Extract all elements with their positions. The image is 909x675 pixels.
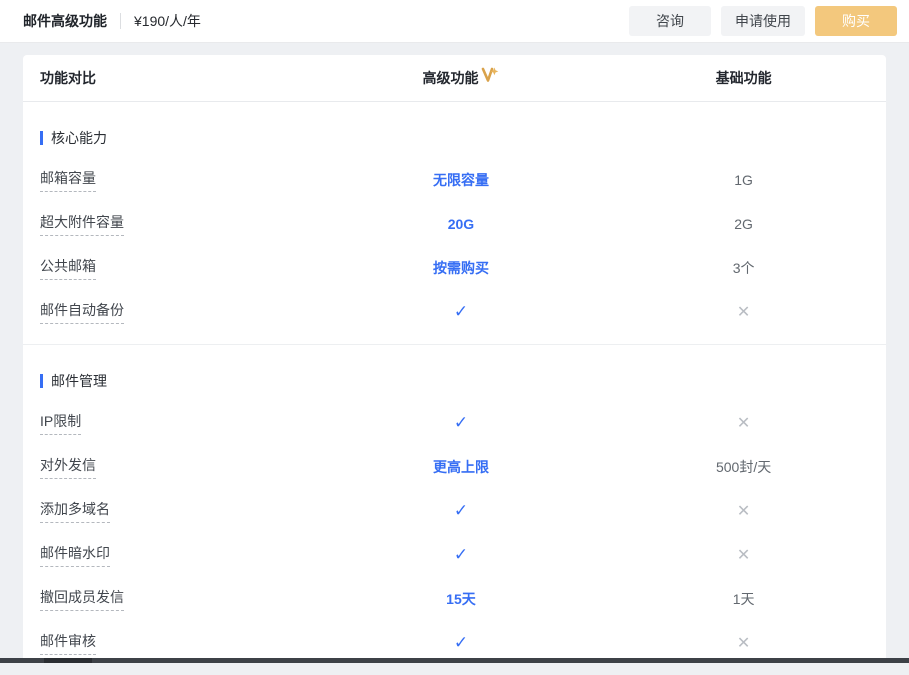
- premium-cell: 20G: [321, 216, 601, 232]
- column-header-premium: 高级功能: [422, 68, 478, 88]
- check-icon: ✓: [454, 302, 468, 321]
- premium-cell: ✓: [321, 545, 601, 565]
- page-title: 邮件高级功能: [23, 11, 107, 31]
- cross-icon: ✕: [737, 635, 750, 652]
- table-row: 邮件自动备份 ✓ ✕: [23, 290, 886, 334]
- consult-button[interactable]: 咨询: [629, 6, 711, 36]
- horizontal-scrollbar[interactable]: [0, 658, 909, 663]
- feature-name[interactable]: 邮件暗水印: [40, 543, 110, 567]
- basic-cell: 1天: [601, 589, 886, 609]
- premium-cell: 按需购买: [321, 258, 601, 278]
- feature-name[interactable]: 撤回成员发信: [40, 587, 124, 611]
- basic-value: 2G: [734, 216, 753, 232]
- scrollbar-thumb[interactable]: [44, 658, 92, 663]
- section-accent-bar: [40, 374, 43, 388]
- premium-cell: 更高上限: [321, 457, 601, 477]
- feature-cell: 公共邮箱: [23, 256, 321, 280]
- gold-sparkle-v-icon: [481, 67, 499, 83]
- feature-cell: 邮件自动备份: [23, 300, 321, 324]
- premium-cell: ✓: [321, 501, 601, 521]
- premium-cell: ✓: [321, 413, 601, 433]
- feature-name[interactable]: 邮件自动备份: [40, 300, 124, 324]
- basic-cell: 1G: [601, 172, 886, 188]
- feature-cell: 对外发信: [23, 455, 321, 479]
- feature-comparison-card: 功能对比 高级功能 基础功能 核心能力邮箱容量 无限容量 1G 超大附件容量 20G 2G…: [23, 55, 886, 663]
- feature-cell: 超大附件容量: [23, 212, 321, 236]
- basic-cell: 3个: [601, 258, 886, 278]
- email-premium-feature-page: 邮件高级功能 ¥190/人/年 咨询申请使用购买 功能对比 高级功能 基础功能 …: [0, 0, 909, 663]
- check-icon: ✓: [454, 501, 468, 520]
- feature-name[interactable]: 对外发信: [40, 455, 96, 479]
- feature-cell: 邮件暗水印: [23, 543, 321, 567]
- check-icon: ✓: [454, 545, 468, 564]
- title-price-divider: [120, 13, 121, 29]
- basic-cell: 2G: [601, 216, 886, 232]
- basic-cell: ✕: [601, 501, 886, 521]
- check-icon: ✓: [454, 413, 468, 432]
- basic-cell: ✕: [601, 633, 886, 653]
- cross-icon: ✕: [737, 415, 750, 432]
- premium-value: 15天: [446, 591, 476, 607]
- basic-value: 3个: [733, 260, 755, 276]
- cross-icon: ✕: [737, 547, 750, 564]
- feature-cell: IP限制: [23, 411, 321, 435]
- table-row: 邮箱容量 无限容量 1G: [23, 158, 886, 202]
- apply-button[interactable]: 申请使用: [721, 6, 805, 36]
- column-header-basic: 基础功能: [601, 68, 886, 88]
- basic-value: 1G: [734, 172, 753, 188]
- section-title-text: 邮件管理: [51, 371, 107, 391]
- table-body: 核心能力邮箱容量 无限容量 1G 超大附件容量 20G 2G 公共邮箱 按需购买 3个邮件自动备…: [23, 102, 886, 675]
- premium-cell: 15天: [321, 589, 601, 609]
- table-row: IP限制 ✓ ✕: [23, 401, 886, 445]
- cross-icon: ✕: [737, 503, 750, 520]
- basic-cell: ✕: [601, 545, 886, 565]
- table-row: 添加多域名 ✓ ✕: [23, 489, 886, 533]
- section-title: 邮件管理: [23, 345, 886, 401]
- feature-name[interactable]: 公共邮箱: [40, 256, 96, 280]
- feature-cell: 撤回成员发信: [23, 587, 321, 611]
- basic-cell: 500封/天: [601, 457, 886, 477]
- premium-value: 按需购买: [433, 260, 489, 276]
- premium-value: 更高上限: [433, 459, 489, 475]
- column-header-premium-wrap: 高级功能: [321, 68, 601, 88]
- premium-cell: ✓: [321, 633, 601, 653]
- feature-name[interactable]: 超大附件容量: [40, 212, 124, 236]
- feature-cell: 添加多域名: [23, 499, 321, 523]
- feature-section: 核心能力邮箱容量 无限容量 1G 超大附件容量 20G 2G 公共邮箱 按需购买 3个邮件自动备…: [23, 102, 886, 344]
- basic-cell: ✕: [601, 302, 886, 322]
- table-row: 公共邮箱 按需购买 3个: [23, 246, 886, 290]
- premium-value: 20G: [448, 216, 474, 232]
- table-row: 对外发信 更高上限 500封/天: [23, 445, 886, 489]
- feature-cell: 邮件审核: [23, 631, 321, 655]
- table-row: 邮件暗水印 ✓ ✕: [23, 533, 886, 577]
- section-accent-bar: [40, 131, 43, 145]
- feature-name[interactable]: IP限制: [40, 411, 81, 435]
- premium-cell: 无限容量: [321, 170, 601, 190]
- basic-cell: ✕: [601, 413, 886, 433]
- feature-section: 邮件管理 IP限制 ✓ ✕ 对外发信 更高上限 500封/天添加多域名 ✓ ✕ 邮件暗水印 ✓ ✕ 撤回…: [23, 344, 886, 675]
- column-header-feature: 功能对比: [23, 68, 321, 88]
- premium-cell: ✓: [321, 302, 601, 322]
- feature-name[interactable]: 邮箱容量: [40, 168, 96, 192]
- table-header-row: 功能对比 高级功能 基础功能: [23, 55, 886, 102]
- premium-value: 无限容量: [433, 172, 489, 188]
- buy-button[interactable]: 购买: [815, 6, 897, 36]
- topbar: 邮件高级功能 ¥190/人/年 咨询申请使用购买: [0, 0, 909, 43]
- table-row: 超大附件容量 20G 2G: [23, 202, 886, 246]
- topbar-actions: 咨询申请使用购买: [629, 6, 897, 36]
- basic-value: 500封/天: [716, 459, 771, 475]
- table-row: 撤回成员发信 15天 1天: [23, 577, 886, 621]
- check-icon: ✓: [454, 633, 468, 652]
- feature-name[interactable]: 添加多域名: [40, 499, 110, 523]
- section-title-text: 核心能力: [51, 128, 107, 148]
- basic-value: 1天: [733, 591, 755, 607]
- feature-name[interactable]: 邮件审核: [40, 631, 96, 655]
- section-title: 核心能力: [23, 102, 886, 158]
- feature-cell: 邮箱容量: [23, 168, 321, 192]
- cross-icon: ✕: [737, 304, 750, 321]
- price-label: ¥190/人/年: [134, 11, 201, 31]
